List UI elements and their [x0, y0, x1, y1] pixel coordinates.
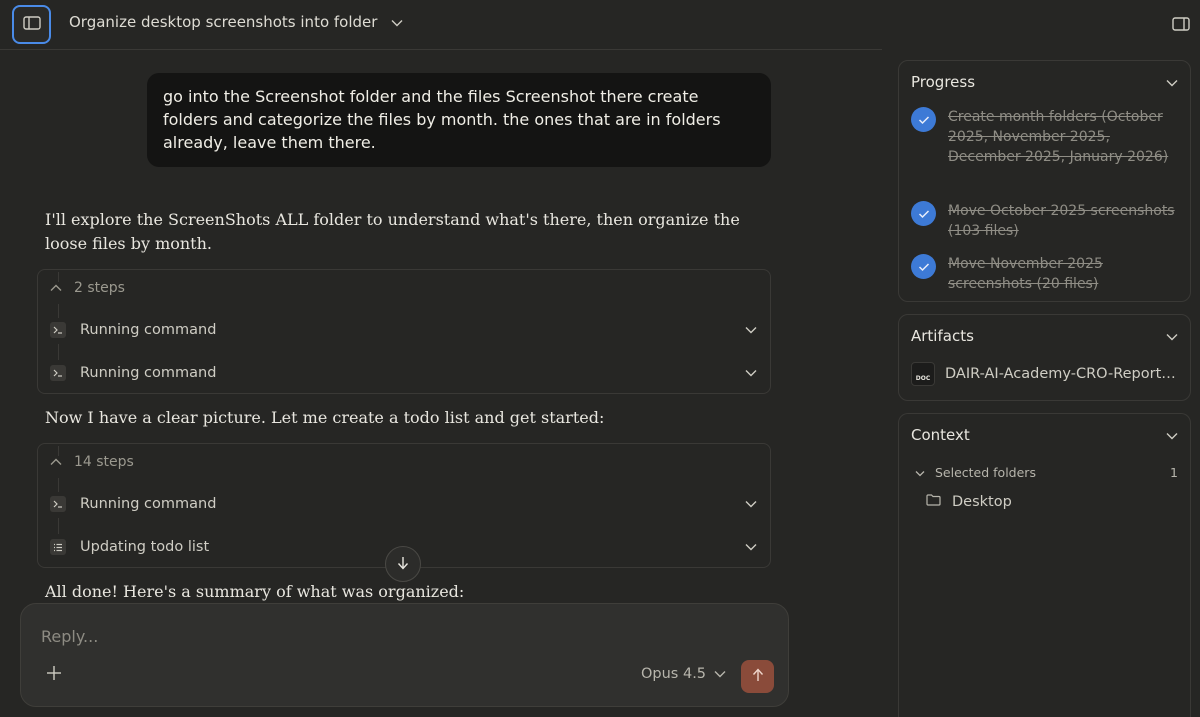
conversation-title[interactable]: Organize desktop screenshots into folder — [69, 13, 403, 31]
artifact-item[interactable]: DOC DAIR-AI-Academy-CRO-Report.docx — [911, 362, 1178, 386]
selected-folders-label: Selected folders — [935, 465, 1036, 480]
user-message: go into the Screenshot folder and the fi… — [147, 73, 771, 167]
step-label: Running command — [80, 322, 217, 338]
artifact-name: DAIR-AI-Academy-CRO-Report.docx — [945, 366, 1178, 382]
send-button[interactable] — [741, 660, 774, 693]
plus-icon — [46, 665, 62, 685]
terminal-icon — [50, 365, 66, 381]
progress-title: Progress — [911, 73, 976, 91]
reply-composer: Opus 4.5 — [20, 603, 789, 707]
selected-folders-count: 1 — [1170, 465, 1178, 480]
conversation-title-text: Organize desktop screenshots into folder — [69, 13, 378, 31]
chevron-down-icon[interactable] — [744, 540, 758, 554]
progress-item-text: Move October 2025 screenshots (103 files… — [948, 203, 1175, 239]
timeline-line — [58, 304, 59, 318]
reply-input[interactable] — [41, 624, 741, 648]
chevron-up-icon — [50, 454, 62, 470]
check-icon — [911, 201, 936, 226]
progress-header[interactable]: Progress — [911, 73, 1178, 91]
sidebar-icon — [22, 15, 41, 34]
model-name: Opus 4.5 — [641, 666, 707, 682]
artifacts-title: Artifacts — [911, 327, 974, 345]
chevron-down-icon[interactable] — [744, 497, 758, 511]
arrow-up-icon — [752, 667, 764, 686]
selected-folders-toggle[interactable]: Selected folders 1 — [915, 465, 1178, 480]
document-icon: DOC — [911, 362, 935, 386]
chevron-down-icon — [391, 13, 403, 31]
timeline-line — [58, 344, 59, 360]
sidebar-toggle-button[interactable] — [12, 5, 51, 44]
artifacts-card: Artifacts DOC DAIR-AI-Academy-CRO-Report… — [898, 314, 1191, 401]
timeline-line — [58, 518, 59, 534]
chevron-down-icon[interactable] — [744, 366, 758, 380]
steps-count: 14 steps — [74, 454, 134, 470]
chevron-down-icon — [1166, 426, 1178, 444]
scroll-to-bottom-button[interactable] — [385, 546, 421, 582]
folder-item[interactable]: Desktop — [926, 494, 1012, 510]
add-attachment-button[interactable] — [43, 664, 65, 686]
checklist-icon — [50, 539, 66, 555]
chevron-down-icon[interactable] — [744, 323, 758, 337]
chevron-down-icon — [915, 465, 925, 480]
folder-icon — [926, 494, 941, 510]
timeline-line — [58, 478, 59, 492]
check-icon — [911, 107, 936, 132]
right-panel-toggle-button[interactable] — [1170, 14, 1192, 36]
progress-card: Progress Create month folders (October 2… — [898, 60, 1191, 302]
step-item[interactable]: Running command — [50, 492, 758, 516]
progress-item-text: Move November 2025 screenshots (20 files… — [948, 256, 1103, 292]
terminal-icon — [50, 496, 66, 512]
assistant-message: All done! Here's a summary of what was o… — [45, 582, 465, 601]
chevron-down-icon — [1166, 73, 1178, 91]
steps-group: 2 steps Running command Running command — [37, 269, 771, 394]
assistant-message: Now I have a clear picture. Let me creat… — [45, 408, 605, 427]
progress-item-text: Create month folders (October 2025, Nove… — [948, 109, 1169, 165]
step-item[interactable]: Running command — [50, 318, 758, 342]
step-label: Running command — [80, 365, 217, 381]
assistant-message: I'll explore the ScreenShots ALL folder … — [45, 210, 740, 253]
progress-item: Create month folders (October 2025, Nove… — [911, 107, 1178, 167]
context-card: Context Selected folders 1 Desktop — [898, 413, 1191, 717]
chevron-down-icon — [714, 666, 726, 682]
context-header[interactable]: Context — [911, 426, 1178, 444]
panel-icon — [1172, 16, 1190, 35]
steps-count: 2 steps — [74, 280, 125, 296]
step-label: Running command — [80, 496, 217, 512]
context-title: Context — [911, 426, 970, 444]
step-item[interactable]: Running command — [50, 361, 758, 385]
chevron-up-icon — [50, 280, 62, 296]
arrow-down-icon — [397, 555, 409, 574]
progress-item: Move November 2025 screenshots (20 files… — [911, 254, 1178, 294]
model-selector[interactable]: Opus 4.5 — [641, 666, 726, 682]
chevron-down-icon — [1166, 327, 1178, 345]
progress-item: Move October 2025 screenshots (103 files… — [911, 201, 1178, 241]
steps-toggle[interactable]: 2 steps — [50, 280, 125, 296]
folder-name: Desktop — [952, 494, 1012, 510]
terminal-icon — [50, 322, 66, 338]
check-icon — [911, 254, 936, 279]
top-bar: Organize desktop screenshots into folder — [0, 0, 882, 50]
app-window: Organize desktop screenshots into folder… — [0, 0, 1200, 717]
steps-toggle[interactable]: 14 steps — [50, 454, 134, 470]
artifacts-header[interactable]: Artifacts — [911, 327, 1178, 345]
